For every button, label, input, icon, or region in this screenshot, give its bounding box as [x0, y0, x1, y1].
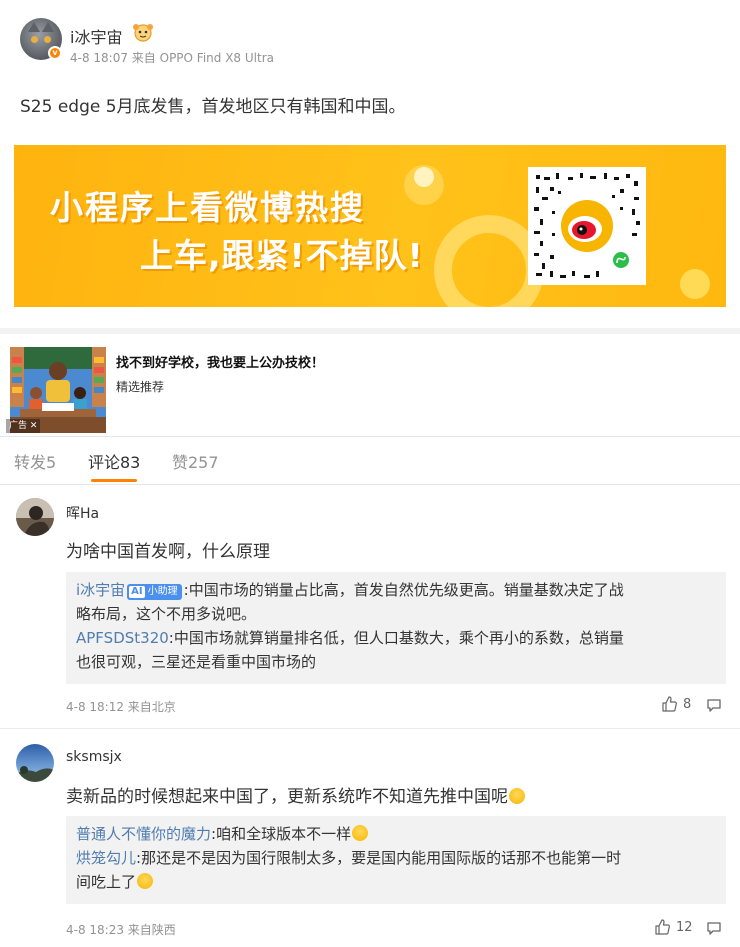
reply-author[interactable]: 普通人不懂你的魔力: [76, 825, 211, 843]
divider: [0, 484, 740, 485]
reply-text-cont: 间吃上了: [76, 870, 716, 894]
decor-circle: [680, 269, 710, 299]
reply-text: :那还是不是因为国行限制太多，要是国内能用国际版的话那不也能第一时: [136, 849, 622, 867]
fan-crown-icon: [133, 24, 153, 42]
reply-text-cont: 也很可观，三星还是看重中国市场的: [76, 653, 317, 671]
like-button[interactable]: 8: [661, 696, 691, 712]
miniprogram-banner[interactable]: 小程序上看微博热搜 上车,跟紧!不掉队!: [14, 145, 726, 307]
reply-item: 普通人不懂你的魔力:咱和全球版本不一样: [76, 822, 716, 846]
like-count: 8: [683, 696, 692, 712]
reply-item: 烘笼勾儿:那还是不是因为国行限制太多，要是国内能用国际版的话那不也能第一时 间吃…: [76, 846, 716, 894]
reply-author[interactable]: 烘笼勾儿: [76, 849, 136, 867]
comment-meta: 4-8 18:12 来自北京: [66, 700, 176, 714]
ad-close-tag[interactable]: 广告 ✕: [6, 419, 41, 433]
comment-divider: [0, 728, 740, 729]
reply-text-cont-body: 间吃上了: [76, 873, 137, 891]
post-meta: 4-8 18:07 来自 OPPO Find X8 Ultra: [70, 51, 274, 65]
author-name[interactable]: i冰宇宙: [70, 24, 122, 48]
reply-author[interactable]: APFSDSt320: [76, 629, 169, 647]
reply-text: :咱和全球版本不一样: [211, 825, 352, 843]
reply-author[interactable]: i冰宇宙: [76, 581, 125, 599]
reply-item: APFSDSt320:中国市场就算销量排名低，但人口基数大，乘个再小的系数，总销…: [76, 626, 716, 674]
reply-button[interactable]: [706, 920, 722, 936]
verified-badge-icon: v: [48, 46, 62, 60]
reply-button[interactable]: [706, 697, 722, 713]
section-separator: [0, 328, 740, 334]
weibo-post: v i冰宇宙 4-8 18:07 来自 OPPO Find X8 Ultra S…: [0, 0, 740, 328]
comment-meta: 4-8 18:23 来自陕西: [66, 923, 176, 937]
commenter-avatar[interactable]: [16, 498, 54, 536]
crying-emoji-icon: [509, 788, 525, 804]
ai-badge-label: 小助理: [147, 586, 178, 597]
commenter-name[interactable]: sksmsjx: [66, 749, 122, 765]
reply-text: :中国市场的销量占比高，首发自然优先级更高。销量基数决定了战: [183, 581, 624, 599]
ai-badge-icon: AI: [129, 586, 145, 598]
commenter-name[interactable]: 晖Ha: [66, 503, 99, 523]
active-tab-indicator: [91, 479, 137, 482]
decor-circle: [414, 167, 434, 187]
commenter-avatar[interactable]: [16, 744, 54, 782]
tab-reposts[interactable]: 转发5: [14, 449, 56, 473]
reply-text: :中国市场就算销量排名低，但人口基数大，乘个再小的系数，总销量: [168, 629, 624, 647]
reply-list: 普通人不懂你的魔力:咱和全球版本不一样 烘笼勾儿:那还是不是因为国行限制太多，要…: [66, 816, 726, 904]
qr-pattern-icon: [534, 173, 640, 278]
comment-text-body: 卖新品的时候想起来中国了，更新系统咋不知道先推中国呢: [66, 787, 508, 807]
divider: [0, 436, 740, 437]
comment-text: 卖新品的时候想起来中国了，更新系统咋不知道先推中国呢: [66, 782, 525, 807]
banner-headline: 小程序上看微博热搜: [50, 188, 365, 227]
ad-subtitle: 精选推荐: [116, 380, 165, 394]
like-button[interactable]: 12: [654, 919, 693, 935]
tab-likes[interactable]: 赞257: [172, 449, 219, 473]
comment-text: 为啥中国首发啊，什么原理: [66, 542, 270, 562]
tab-comments[interactable]: 评论83: [88, 449, 140, 473]
ad-title[interactable]: 找不到好学校，我也要上公办技校！: [116, 352, 324, 371]
reply-list: i冰宇宙 AI 小助理:中国市场的销量占比高，首发自然优先级更高。销量基数决定了战 …: [66, 572, 726, 684]
grin-emoji-icon: [137, 873, 154, 889]
like-count: 12: [676, 919, 693, 935]
banner-subline: 上车,跟紧!不掉队!: [140, 236, 424, 275]
reply-item: i冰宇宙 AI 小助理:中国市场的销量占比高，首发自然优先级更高。销量基数决定了战 …: [76, 578, 716, 626]
reply-text-cont: 略布局，这个不用多说吧。: [76, 605, 257, 623]
ai-assistant-badge: AI 小助理: [127, 584, 182, 600]
qr-code: [528, 167, 646, 285]
thumbs-up-icon: [655, 919, 670, 935]
comment-bubble-icon: [707, 699, 721, 712]
thumbs-up-icon: [662, 696, 677, 712]
comment-bubble-icon: [707, 922, 721, 935]
laughing-emoji-icon: [352, 825, 369, 841]
post-text: S25 edge 5月底发售，首发地区只有韩国和中国。: [20, 97, 406, 117]
